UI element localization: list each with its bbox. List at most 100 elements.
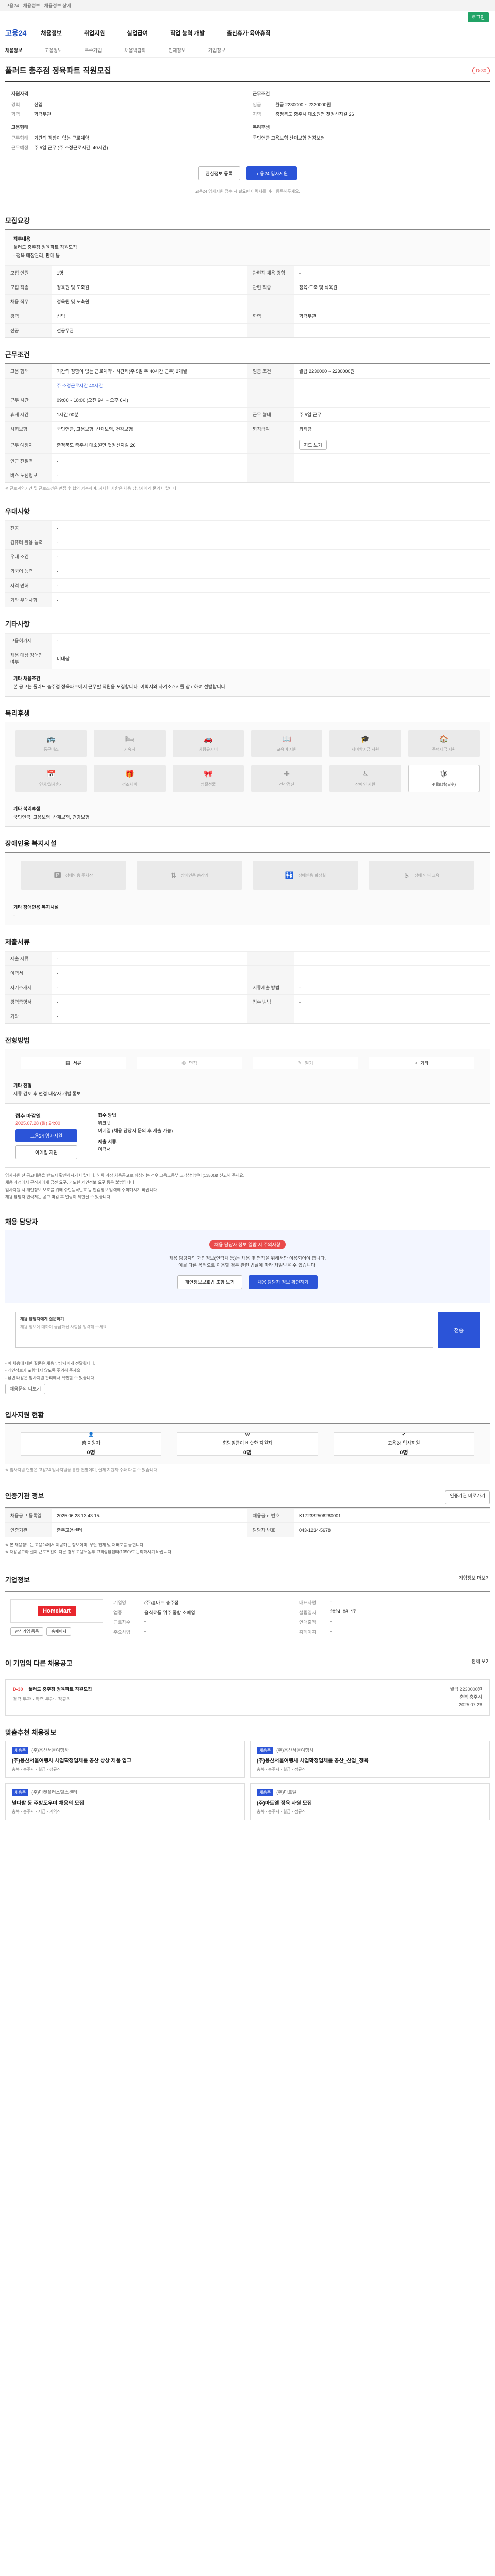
subnav-item[interactable]: 기업정보 bbox=[208, 47, 225, 54]
similar-job-card[interactable]: 채용중 (주)용산서울여행사 (주)용산서울여행사 사업확정업체를 공산 상상 제… bbox=[5, 1741, 245, 1778]
nav-item[interactable]: 취업지원 bbox=[84, 30, 105, 37]
table-header: 전공 bbox=[5, 323, 52, 337]
nav-item[interactable]: 채용정보 bbox=[41, 30, 61, 37]
subnav-item[interactable]: 우수기업 bbox=[85, 47, 102, 54]
section-title: 기타사항 bbox=[5, 620, 30, 628]
inquiry-box: 채용 담당자에게 질문하기 채용 정보에 대하여 궁금하신 사항을 입력해 주세… bbox=[5, 1303, 490, 1356]
stat-list: 👤 총 지원자 0명 ₩ 희망임금이 비슷한 지원자 0명 ✔ 고용24 입사지원 0명 bbox=[5, 1424, 490, 1464]
table-cell: - bbox=[52, 592, 490, 607]
interest-button[interactable]: 관심정보 등록 bbox=[197, 166, 240, 180]
table-header bbox=[248, 468, 294, 482]
table-cell: 충청북도 충주시 대소원면 첫정신지길 26 bbox=[52, 436, 248, 453]
site-logo[interactable]: 고용24 bbox=[5, 28, 26, 38]
apply-status-section: 입사지원 현황 👤 총 지원자 0명 ₩ 희망임금이 비슷한 지원자 0명 ✔ 고용24 … bbox=[5, 1410, 490, 1476]
similar-grid: 채용중 (주)용산서울여행사 (주)용산서울여행사 사업확정업체를 공산 상상 제… bbox=[5, 1741, 490, 1820]
welfare-label: 경조사비 bbox=[122, 782, 138, 787]
apply-status-note: ※ 입사지원 현황은 고용24 입사지원을 통한 현황이며, 실제 지원자 수와… bbox=[5, 1468, 158, 1472]
facility-label: 장애인용 승강기 bbox=[180, 873, 209, 878]
email-apply-button[interactable]: 이메일 지원 bbox=[15, 1145, 77, 1159]
inquiry-input[interactable]: 채용 담당자에게 질문하기 채용 정보에 대하여 궁금하신 사항을 입력해 주세… bbox=[15, 1312, 433, 1348]
extra-label: 기타 전형 bbox=[13, 1083, 32, 1088]
summary-key: 학력 bbox=[11, 112, 20, 117]
welfare-item: 🎁 경조사비 bbox=[94, 765, 166, 792]
method-label: 면접 bbox=[189, 1060, 197, 1066]
welfare-label: 자녀학자금 지원 bbox=[351, 747, 380, 752]
welfare-extra: 기타 복리후생 국민연금, 고용보험, 산재보험, 건강보험 bbox=[5, 800, 490, 827]
person-icon: 👤 bbox=[88, 1432, 94, 1437]
table-cell: 신입 bbox=[52, 309, 248, 323]
similar-title[interactable]: (주)용산서울여행사 사업확정업체를 공산 상상 제품 업그 bbox=[12, 1756, 238, 1764]
inquiry-note: - 개인정보가 포함되지 않도록 주의해 주세요. bbox=[5, 1368, 82, 1373]
section-title: 복리후생 bbox=[5, 709, 30, 717]
job-summary: 지원자격 경력 신입 학력 학력무관 고용형태 근무형태 기간의 정함이 없는 근로계… bbox=[5, 82, 490, 162]
table-cell: 기간의 정함이 없는 근로계약 · 시간제(주 5일 주 40시간 근무) 2개… bbox=[52, 364, 248, 378]
duty-line: 풀러드 충주점 정육파트 직원모집 bbox=[13, 245, 77, 250]
similar-title[interactable]: 널다발 동 주방도우미 채용의 모집 bbox=[12, 1799, 238, 1806]
welfare-label: 기숙사 bbox=[124, 747, 136, 752]
table-cell bbox=[294, 378, 490, 393]
table-cell: 정육원 및 도축원 bbox=[52, 294, 248, 309]
section-title: 기업정보 bbox=[5, 1576, 30, 1584]
recruit-section: 모집요강 직무내용 풀러드 충주점 정육파트 직원모집 - 정육 매장관리, 판… bbox=[5, 215, 490, 338]
summary-value: 학력무관 bbox=[34, 112, 52, 117]
summary-key: 지역 bbox=[253, 112, 261, 117]
nav-item[interactable]: 직업 능력 개발 bbox=[170, 30, 205, 37]
related-title[interactable]: 풀러드 충주점 정육파트 직원모집 bbox=[28, 1687, 92, 1692]
interest-company-button[interactable]: 관심기업 등록 bbox=[10, 1627, 44, 1636]
table-header: 채용공고 등록일 bbox=[5, 1508, 52, 1522]
homepage-button[interactable]: 홈페이지 bbox=[46, 1627, 71, 1636]
subnav-item[interactable]: 고용정보 bbox=[45, 47, 62, 54]
nav-item[interactable]: 실업급여 bbox=[127, 30, 147, 37]
section-title: 제출서류 bbox=[5, 938, 30, 946]
table-header: 인근 전철역 bbox=[5, 453, 52, 468]
status-badge: 채용중 bbox=[12, 1747, 29, 1754]
login-button[interactable]: 로그인 bbox=[468, 12, 489, 22]
map-button[interactable]: 지도 보기 bbox=[299, 440, 327, 450]
similar-job-card[interactable]: 채용중 (주)마트엘 (주)마트엘 정육 사원 모집 충북 · 충주시 · 월급 … bbox=[250, 1783, 490, 1820]
apply-button[interactable]: 고용24 입사지원 bbox=[246, 166, 298, 180]
similar-job-card[interactable]: 채용중 (주)용산서울여행사 (주)용산서울여행사 사업확정업체를 공산_산업_정… bbox=[250, 1741, 490, 1778]
send-button[interactable]: 전송 bbox=[438, 1312, 480, 1348]
table-header: 외국어 능력 bbox=[5, 564, 52, 578]
privacy-law-button[interactable]: 개인정보보호법 조항 보기 bbox=[177, 1275, 242, 1289]
table-cell bbox=[294, 393, 490, 407]
similar-title[interactable]: (주)마트엘 정육 사원 모집 bbox=[257, 1799, 483, 1806]
nav-item[interactable]: 출산휴가·육아휴직 bbox=[227, 30, 271, 37]
subnav-item[interactable]: 채용정보 bbox=[5, 47, 22, 54]
bus-icon: 🚌 bbox=[46, 735, 56, 743]
method-section: 전형방법 ▤ 서류 ◎ 면접 ✎ 필기 ○ 기타 기타 전형 서류 검토 후 면접 대상… bbox=[5, 1035, 490, 1104]
inquiry-more-button[interactable]: 채용문의 더보기 bbox=[5, 1384, 46, 1394]
company-key: 주요사업 bbox=[113, 1630, 131, 1635]
subnav-item[interactable]: 인재정보 bbox=[169, 47, 186, 54]
summary-key: 경력 bbox=[11, 102, 20, 107]
facility-item: ⇅ 장애인용 승강기 bbox=[137, 861, 242, 890]
contact-view-button[interactable]: 채용 담당자 정보 확인하기 bbox=[248, 1275, 318, 1289]
similar-title[interactable]: (주)용산서울여행사 사업확정업체를 공산_산업_정육 bbox=[257, 1756, 483, 1764]
subnav-item[interactable]: 채용박람회 bbox=[124, 47, 145, 54]
related-job-card[interactable]: D-30 풀러드 충주점 정육파트 직원모집 경력 무관 · 학력 무관 · 정… bbox=[5, 1679, 490, 1716]
similar-company: (주)마켓플러스헬스센터 bbox=[31, 1790, 77, 1795]
deadline-label: 접수 마감일 bbox=[15, 1114, 41, 1120]
table-header: 모집 직종 bbox=[5, 280, 52, 294]
deadline-date: 2025.07.28 (월) 24:00 bbox=[15, 1121, 60, 1126]
caution-item: 입사지원 시 개인정보 보호를 위해 주민등록번호 등 민감정보 입력에 주의하… bbox=[5, 1188, 158, 1192]
doc-value: 이력서 bbox=[98, 1147, 111, 1152]
restroom-icon: 🚻 bbox=[285, 871, 294, 879]
related-section: 이 기업의 다른 채용공고 전체 보기 D-30 풀러드 충주점 정육파트 직원… bbox=[5, 1655, 490, 1716]
info-link-button[interactable]: 인증기관 바로가기 bbox=[445, 1490, 490, 1504]
table-cell: - bbox=[52, 549, 490, 564]
table-cell: - bbox=[52, 951, 248, 965]
other-table: 고용허가제 - 채용 대상 장애인 여부 비대상 bbox=[5, 633, 490, 669]
stat-label: 희망임금이 비슷한 지원자 bbox=[222, 1440, 273, 1446]
similar-job-card[interactable]: 채용중 (주)마켓플러스헬스센터 널다발 동 주방도우미 채용의 모집 충북 · … bbox=[5, 1783, 245, 1820]
other-section: 기타사항 고용허가제 - 채용 대상 장애인 여부 비대상 기타 채용조건 본 공고… bbox=[5, 619, 490, 697]
education-icon: ♿ bbox=[403, 871, 410, 879]
welfare-item: 🚗 차량유지비 bbox=[172, 730, 244, 757]
welfare-item: 🚌 통근버스 bbox=[15, 730, 87, 757]
table-header: 전공 bbox=[5, 520, 52, 535]
related-more-link[interactable]: 전체 보기 bbox=[471, 1658, 490, 1672]
section-title: 모집요강 bbox=[5, 217, 30, 225]
deadline-apply-button[interactable]: 고용24 입사지원 bbox=[15, 1129, 77, 1142]
company-more-link[interactable]: 기업정보 더보기 bbox=[459, 1574, 490, 1588]
table-cell: 학력무관 bbox=[294, 309, 490, 323]
